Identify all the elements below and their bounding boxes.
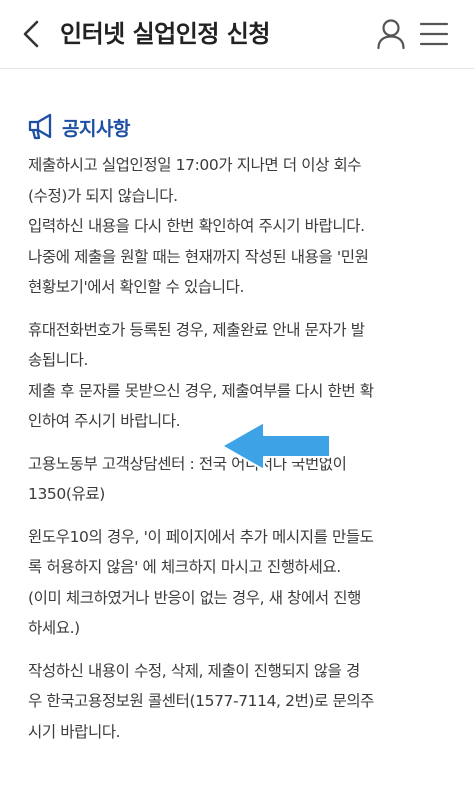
hamburger-menu-icon	[419, 22, 449, 46]
notice-line: 입력하신 내용을 다시 한번 확인하여 주시기 바랍니다.	[28, 217, 365, 235]
notice-line: (이미 체크하였거나 반응이 없는 경우, 새 창에서 진행	[28, 588, 361, 607]
notice-line: 시기 바랍니다.	[28, 722, 121, 741]
notice-line: 우 한국고용정보원 콜센터(1577-7114, 2번)로 문의주	[28, 692, 375, 710]
menu-button[interactable]	[416, 16, 452, 52]
notice-paragraph: 제출하시고 실업인정일 17:00가 지나면 더 이상 회수 (수정)가 되지 …	[28, 150, 448, 303]
notice-line: (수정)가 되지 않습니다.	[28, 186, 178, 205]
notice-line: 송됩니다.	[28, 351, 88, 369]
app-screen: 인터넷 실업인정 신청 공지사항 제출하시고 실업인정일 17:00가 지나면 …	[0, 0, 474, 801]
notice-line: 제출 후 문자를 못받으신 경우, 제출여부를 다시 한번 확	[28, 381, 374, 400]
back-button[interactable]	[14, 14, 48, 54]
page-title: 인터넷 실업인정 신청	[60, 20, 270, 48]
notice-line: 나중에 제출을 원할 때는 현재까지 작성된 내용을 '민원	[28, 247, 369, 266]
notice-heading: 공지사항	[26, 110, 130, 144]
notice-paragraph: 작성하신 내용이 수정, 삭제, 제출이 진행되지 않을 경 우 한국고용정보원…	[28, 656, 448, 748]
notice-line: 작성하신 내용이 수정, 삭제, 제출이 진행되지 않을 경	[28, 661, 360, 680]
notice-title: 공지사항	[62, 117, 130, 140]
notice-line: 현황보기'에서 확인할 수 있습니다.	[28, 278, 245, 296]
notice-line: 휴대전화번호가 등록된 경우, 제출완료 안내 문자가 발	[28, 320, 365, 339]
megaphone-icon	[28, 113, 52, 140]
notice-paragraph: 윈도우10의 경우, '이 페이지에서 추가 메시지를 만들도 록 허용하지 않…	[28, 522, 448, 644]
notice-line: 하세요.)	[28, 619, 80, 637]
arrow-left-icon	[221, 421, 331, 471]
notice-line: 록 허용하지 않음' 에 체크하지 마시고 진행하세요.	[28, 558, 341, 576]
notice-line: 윈도우10의 경우, '이 페이지에서 추가 메시지를 만들도	[28, 527, 374, 546]
user-button[interactable]	[374, 16, 408, 52]
notice-line: 1350(유료)	[28, 485, 105, 503]
app-header: 인터넷 실업인정 신청	[0, 0, 474, 69]
chevron-left-icon	[23, 20, 39, 48]
user-icon	[377, 19, 405, 50]
notice-line: 제출하시고 실업인정일 17:00가 지나면 더 이상 회수	[28, 156, 362, 174]
